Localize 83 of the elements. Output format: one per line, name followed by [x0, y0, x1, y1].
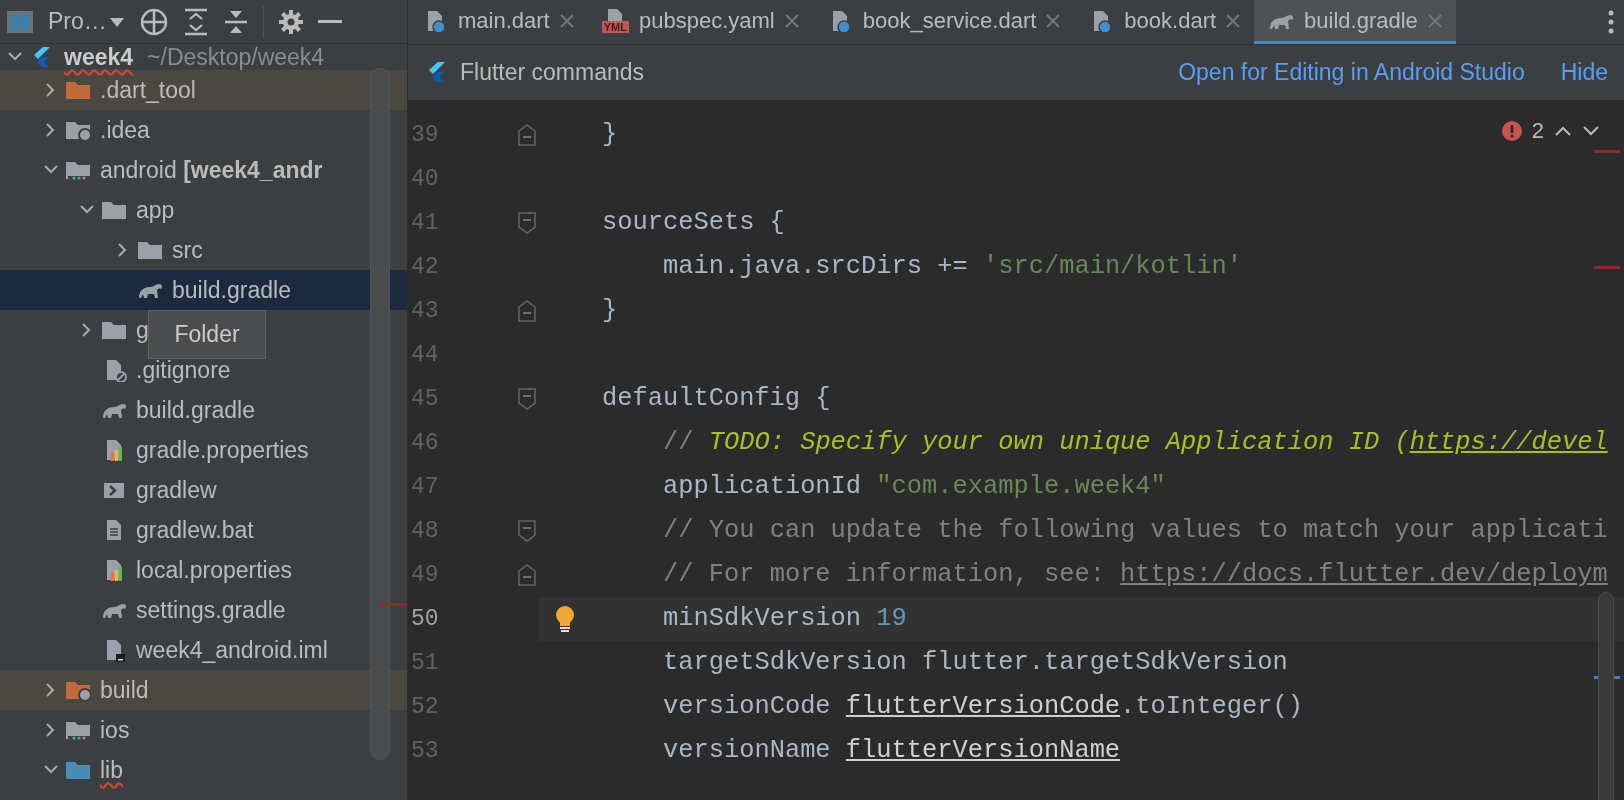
- line-number: 52: [410, 692, 440, 722]
- line-number: 45: [410, 384, 440, 414]
- line-number: 49: [410, 560, 440, 590]
- fold-marker-icon[interactable]: [518, 300, 536, 322]
- settings-icon[interactable]: [277, 8, 304, 35]
- editor-tab[interactable]: book_service.dart: [812, 0, 1075, 44]
- view-dropdown[interactable]: Pro…: [48, 4, 125, 39]
- code-line: versionCode flutterVersionCode.toInteger(): [663, 690, 1303, 723]
- line-number: 40: [410, 164, 440, 194]
- line-number: 48: [410, 516, 440, 546]
- tree-item[interactable]: lib: [100, 752, 123, 788]
- code-line: targetSdkVersion flutter.targetSdkVersion: [663, 646, 1288, 679]
- code-line: minSdkVersion 19: [663, 602, 907, 635]
- editor-tab[interactable]: YML pubspec.yaml: [587, 0, 813, 44]
- line-number: 42: [410, 252, 440, 282]
- editor-tab[interactable]: build.gradle: [1254, 0, 1456, 44]
- fold-marker-icon[interactable]: [518, 388, 536, 410]
- tree-item[interactable]: src: [172, 232, 203, 268]
- fold-marker-icon[interactable]: [518, 212, 536, 234]
- bar-title: Flutter commands: [460, 58, 645, 88]
- lightbulb-icon[interactable]: [554, 605, 576, 633]
- code-line: main.java.srcDirs += 'src/main/kotlin': [663, 250, 1242, 283]
- fold-marker-icon[interactable]: [518, 564, 536, 586]
- close-icon[interactable]: [784, 13, 799, 28]
- panel-icon[interactable]: [6, 8, 34, 35]
- line-number: 47: [410, 472, 440, 502]
- file-type-badge: YML: [601, 20, 629, 33]
- editor-tab[interactable]: main.dart: [408, 0, 588, 44]
- tree-item[interactable]: app: [136, 192, 175, 228]
- code-line: }: [602, 118, 618, 151]
- tree-item[interactable]: build: [100, 672, 149, 708]
- tree-item[interactable]: gradlew: [136, 472, 217, 508]
- tree-item[interactable]: build.gradle: [172, 272, 291, 308]
- tree-item[interactable]: local.properties: [136, 552, 292, 588]
- error-stripe-marker: [1594, 266, 1620, 269]
- line-number: 53: [410, 736, 440, 766]
- code-line: applicationId "com.example.week4": [663, 470, 1166, 503]
- chevron-down-icon[interactable]: [1582, 124, 1600, 137]
- editor-tab[interactable]: book.dart: [1074, 0, 1255, 44]
- tree-item[interactable]: build.gradle: [136, 392, 255, 428]
- tree-item[interactable]: .idea: [100, 112, 150, 148]
- code-line: sourceSets {: [602, 206, 785, 239]
- chevron-up-icon[interactable]: [1554, 124, 1572, 137]
- tree-item[interactable]: week4: [64, 44, 134, 75]
- code-line: // TODO: Specify your own unique Application ID (https://devel: [663, 426, 1608, 459]
- tree-item[interactable]: android [week4_andr: [100, 152, 323, 188]
- crosshair-icon[interactable]: [138, 6, 169, 37]
- tree-item[interactable]: week4_android.iml: [136, 632, 328, 668]
- link[interactable]: Hide: [1560, 55, 1608, 90]
- error-marker: [380, 603, 407, 606]
- fold-marker-icon[interactable]: [518, 124, 536, 146]
- line-number: 50: [410, 604, 440, 634]
- tree-item[interactable]: settings.gradle: [136, 592, 286, 628]
- line-number: 44: [410, 340, 440, 370]
- line-number: 43: [410, 296, 440, 326]
- link[interactable]: Open for Editing in Android Studio: [1178, 55, 1525, 90]
- problem-count: 2: [1531, 117, 1544, 145]
- tree-item[interactable]: gradlew.bat: [136, 512, 254, 548]
- fold-marker-icon[interactable]: [518, 520, 536, 542]
- error-stripe-marker: [1594, 150, 1620, 153]
- line-number: 46: [410, 428, 440, 458]
- code-line: // For more information, see: https://docs.flutter.dev/deploym: [663, 558, 1608, 591]
- expand-all-icon[interactable]: [182, 7, 209, 36]
- tree-item[interactable]: ios: [100, 712, 130, 748]
- line-number: 41: [410, 208, 440, 238]
- line-number: 39: [410, 120, 440, 150]
- code-line: }: [602, 294, 618, 327]
- code-line: // You can update the following values to match your applicati: [663, 514, 1608, 547]
- close-icon[interactable]: [559, 13, 574, 28]
- tree-item[interactable]: gradle.properties: [136, 432, 309, 468]
- tree-item[interactable]: .dart_tool: [100, 72, 196, 108]
- error-icon: [1501, 120, 1522, 141]
- code-line: versionName flutterVersionName: [663, 734, 1121, 767]
- tree-item[interactable]: g: [136, 312, 149, 348]
- more-icon[interactable]: [1608, 10, 1614, 35]
- caret-icon: [108, 15, 125, 28]
- tooltip: Folder: [148, 310, 266, 359]
- project-path: ~/Desktop/week4: [147, 44, 325, 72]
- code-line: defaultConfig {: [602, 382, 831, 415]
- minimize-icon[interactable]: [317, 19, 342, 24]
- close-icon[interactable]: [1046, 13, 1061, 28]
- close-icon[interactable]: [1226, 13, 1241, 28]
- line-number: 51: [410, 648, 440, 678]
